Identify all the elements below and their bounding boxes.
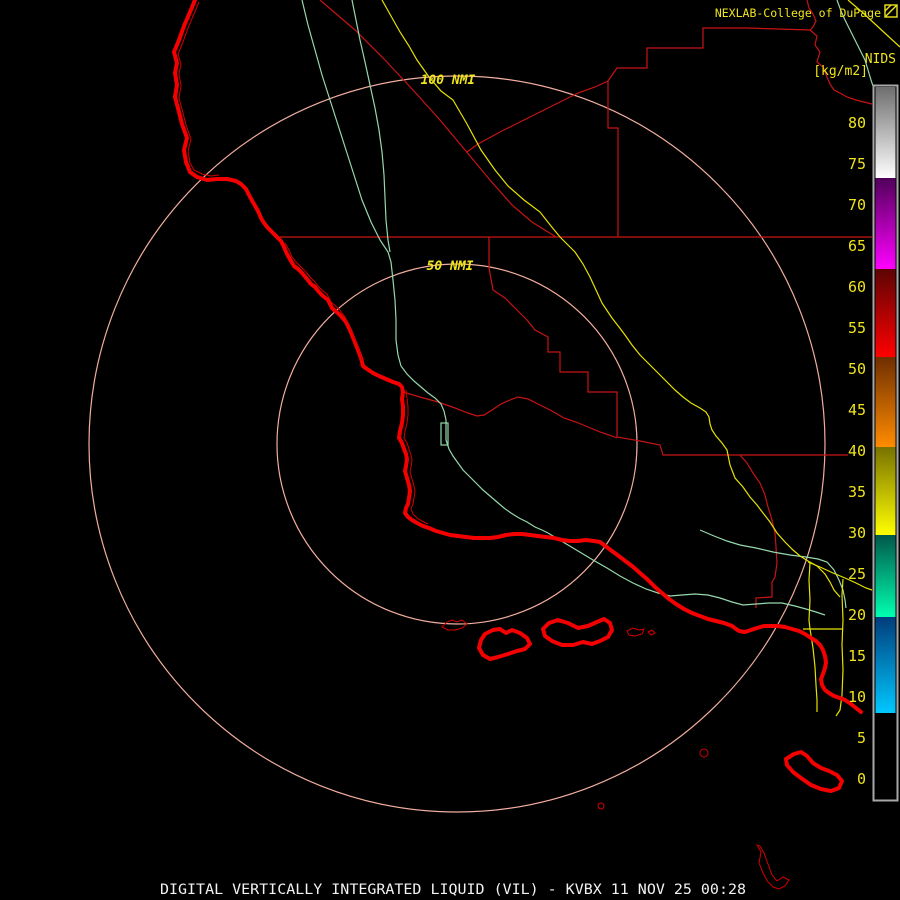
county-line-nw-spur [466, 101, 561, 153]
colorbar-seg-yellow [875, 447, 896, 535]
highways-yellow [381, 0, 900, 717]
coastline-detail-mid [284, 242, 363, 362]
tick-30: 30 [848, 524, 866, 542]
ring-label-50nmi: 50 NMI [427, 259, 474, 274]
highway-yellow-main-diagonal [381, 0, 841, 598]
tick-15: 15 [848, 647, 866, 665]
range-ring-50nmi [276, 263, 638, 625]
county-line-ventura-branch [739, 454, 778, 608]
units-label: [kg/m2] [813, 64, 868, 79]
colorbar-seg-orange [875, 357, 896, 447]
island-san-miguel [477, 627, 532, 661]
island-speck [597, 802, 605, 810]
range-ring-100nmi [88, 75, 826, 813]
tick-65: 65 [848, 237, 866, 255]
highway-1-spur [351, 0, 391, 253]
tick-60: 60 [848, 278, 866, 296]
tick-10: 10 [848, 688, 866, 706]
island-santa-cruz-east [647, 629, 656, 636]
color-scale: 80 75 70 65 60 55 50 45 40 35 30 25 20 1… [848, 84, 899, 802]
tick-80: 80 [848, 114, 866, 132]
highways-green [301, 0, 874, 616]
ring-label-100nmi: 100 NMI [421, 73, 476, 88]
colorbar-seg-gray [875, 87, 896, 178]
county-boundaries [280, 0, 873, 608]
product-title: DIGITAL VERTICALLY INTEGRATED LIQUID (VI… [160, 882, 746, 898]
tick-0: 0 [857, 770, 866, 788]
tick-75: 75 [848, 155, 866, 173]
radar-map-canvas: 80 75 70 65 60 55 50 45 40 35 30 25 20 1… [88, 0, 900, 898]
range-rings [88, 75, 826, 813]
tick-50: 50 [848, 360, 866, 378]
coastline-california [172, 0, 863, 714]
coastline [172, 0, 863, 714]
tick-35: 35 [848, 483, 866, 501]
island-santa-catalina [784, 750, 844, 793]
tick-25: 25 [848, 565, 866, 583]
tick-45: 45 [848, 401, 866, 419]
county-line-vertical [607, 81, 619, 237]
colorbar-seg-red [875, 269, 896, 357]
tick-5: 5 [857, 729, 866, 747]
island-santa-cruz-west [626, 627, 645, 637]
channel-islands [441, 617, 844, 890]
county-line-diagonal [319, 0, 557, 238]
colorbar-ticks: 80 75 70 65 60 55 50 45 40 35 30 25 20 1… [848, 114, 866, 788]
colorbar-seg-blue [875, 617, 896, 713]
county-line-se-staircase [488, 237, 848, 456]
tick-70: 70 [848, 196, 866, 214]
island-santa-rosa [541, 617, 614, 647]
colorbar-seg-purple [875, 178, 896, 269]
tick-40: 40 [848, 442, 866, 460]
brand-text: NEXLAB-College of DuPage [715, 6, 881, 20]
product-label: NIDS [865, 52, 896, 67]
cod-flag-icon [884, 4, 898, 18]
tick-55: 55 [848, 319, 866, 337]
island-san-clemente [755, 844, 790, 890]
island-santa-barbara [699, 748, 709, 758]
radar-display: 80 75 70 65 60 55 50 45 40 35 30 25 20 1… [0, 0, 900, 900]
tick-20: 20 [848, 606, 866, 624]
highway-101-coastal [547, 532, 826, 616]
island-prince-islet [441, 619, 468, 631]
colorbar-seg-teal [875, 535, 896, 617]
